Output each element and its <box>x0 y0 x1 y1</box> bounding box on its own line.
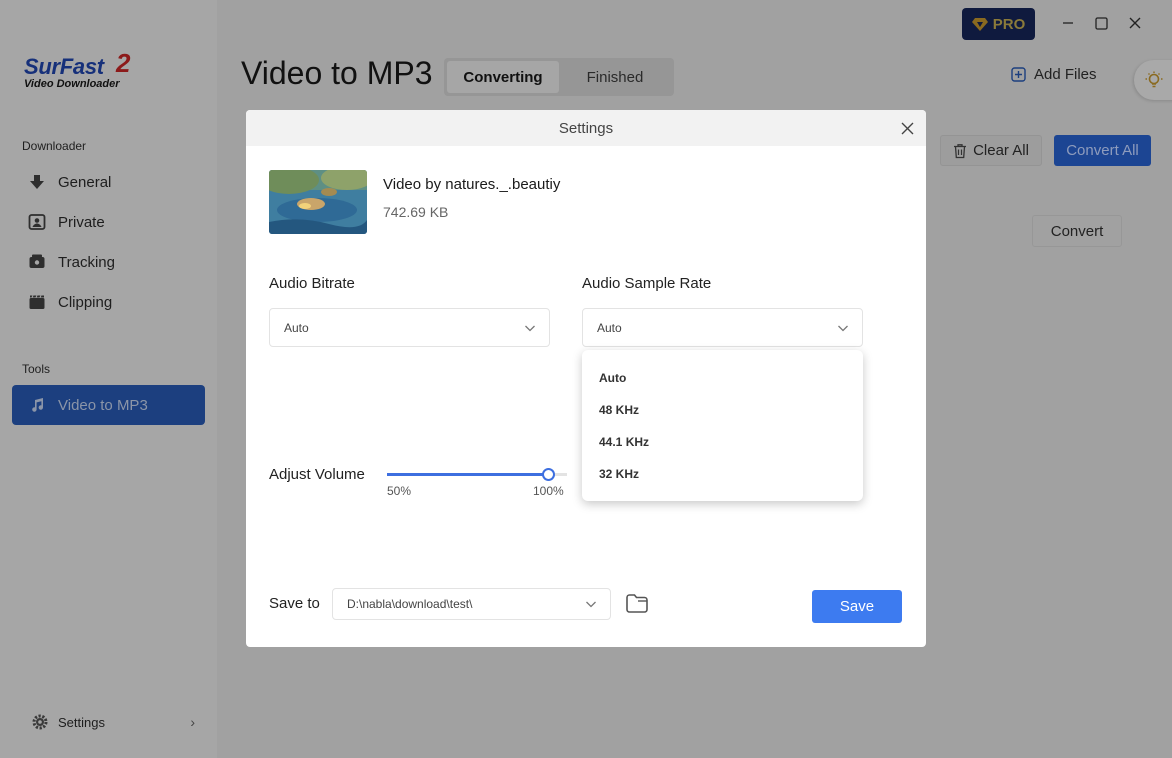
tracking-icon <box>28 253 46 271</box>
minimize-icon <box>1063 22 1073 24</box>
folder-icon <box>626 593 648 613</box>
volume-max-label: 100% <box>533 484 564 498</box>
dialog-title: Settings <box>558 119 614 137</box>
sidebar-item-label: General <box>58 173 112 191</box>
save-to-label: Save to <box>269 595 320 612</box>
sidebar-item-label: Private <box>58 213 105 231</box>
logo-name: SurFast <box>24 54 104 79</box>
sidebar-item-label: Video to MP3 <box>58 396 148 414</box>
maximize-icon <box>1094 16 1108 30</box>
pro-label: PRO <box>992 15 1026 33</box>
chevron-down-icon <box>523 321 537 335</box>
chevron-down-icon <box>836 321 850 335</box>
save-path-select[interactable]: D:\nabla\download\test\ <box>332 588 611 620</box>
close-window-button[interactable] <box>1124 12 1146 34</box>
tab-bar: Converting Finished <box>444 58 674 96</box>
add-files-label: Add Files <box>1034 66 1097 83</box>
sidebar-item-tracking[interactable]: Tracking <box>12 242 205 282</box>
gear-icon <box>30 712 50 732</box>
clear-all-button[interactable]: Clear All <box>940 135 1042 166</box>
convert-all-button[interactable]: Convert All <box>1054 135 1151 166</box>
volume-min-label: 50% <box>387 484 412 498</box>
pro-button[interactable]: PRO <box>962 8 1035 40</box>
sidebar-section-downloader: Downloader <box>22 139 87 153</box>
sidebar-item-label: Tracking <box>58 253 115 271</box>
plus-square-icon <box>1011 67 1026 82</box>
audio-bitrate-value: Auto <box>284 320 309 335</box>
clipping-icon <box>28 293 46 311</box>
tips-button[interactable] <box>1134 60 1172 100</box>
diamond-icon <box>971 17 988 31</box>
close-icon <box>901 122 913 134</box>
audio-sample-rate-value: Auto <box>597 320 622 335</box>
chevron-right-icon: › <box>190 714 195 730</box>
sidebar-section-tools: Tools <box>22 362 51 376</box>
sidebar-item-clipping[interactable]: Clipping <box>12 282 205 322</box>
slider-fill <box>387 473 548 476</box>
audio-bitrate-label: Audio Bitrate <box>269 275 355 292</box>
sample-rate-dropdown: Auto 48 KHz 44.1 KHz 32 KHz <box>582 350 863 501</box>
sidebar-item-private[interactable]: Private <box>12 202 205 242</box>
sidebar-item-video-to-mp3[interactable]: Video to MP3 <box>12 385 205 425</box>
maximize-button[interactable] <box>1090 12 1112 34</box>
audio-sample-rate-select[interactable]: Auto <box>582 308 863 347</box>
file-name: Video by natures._.beautiy <box>383 176 561 193</box>
dropdown-option-32khz[interactable]: 32 KHz <box>582 458 863 490</box>
sidebar-item-label: Clipping <box>58 293 113 311</box>
sidebar: SurFast 2 Video Downloader Downloader Ge… <box>0 0 217 758</box>
tab-finished[interactable]: Finished <box>559 61 671 93</box>
music-note-icon <box>28 396 46 414</box>
save-path-value: D:\nabla\download\test\ <box>347 597 473 611</box>
save-button[interactable]: Save <box>812 590 902 623</box>
logo-version: 2 <box>116 48 131 78</box>
chevron-down-icon <box>584 597 598 611</box>
app-logo: SurFast 2 Video Downloader <box>24 48 144 94</box>
file-size: 742.69 KB <box>383 204 449 220</box>
browse-folder-button[interactable] <box>624 591 650 615</box>
sidebar-settings[interactable]: Settings › <box>30 710 195 734</box>
dropdown-option-44-1khz[interactable]: 44.1 KHz <box>582 426 863 458</box>
close-icon <box>1129 17 1141 29</box>
adjust-volume-label: Adjust Volume <box>269 466 365 483</box>
trash-icon <box>953 143 967 159</box>
audio-bitrate-select[interactable]: Auto <box>269 308 550 347</box>
page-title: Video to MP3 <box>241 55 433 91</box>
tab-converting[interactable]: Converting <box>447 61 559 93</box>
minimize-button[interactable] <box>1057 12 1079 34</box>
convert-button[interactable]: Convert <box>1032 215 1122 247</box>
volume-slider[interactable] <box>387 468 587 482</box>
lightbulb-icon <box>1145 71 1163 88</box>
download-icon <box>28 173 46 191</box>
settings-dialog: Settings Video by natures._.beautiy 742.… <box>246 110 926 647</box>
audio-sample-rate-label: Audio Sample Rate <box>582 275 712 292</box>
private-icon <box>28 213 46 231</box>
dropdown-option-auto[interactable]: Auto <box>582 362 863 394</box>
add-files-button[interactable]: Add Files <box>1011 66 1097 83</box>
dialog-header: Settings <box>246 110 926 146</box>
logo-subtitle: Video Downloader <box>24 78 120 90</box>
dialog-close-button[interactable] <box>898 119 916 137</box>
dropdown-option-48khz[interactable]: 48 KHz <box>582 394 863 426</box>
sidebar-settings-label: Settings <box>58 714 105 730</box>
clear-all-label: Clear All <box>973 142 1029 159</box>
slider-handle[interactable] <box>542 468 555 481</box>
sidebar-item-general[interactable]: General <box>12 162 205 202</box>
video-thumbnail <box>269 170 367 234</box>
